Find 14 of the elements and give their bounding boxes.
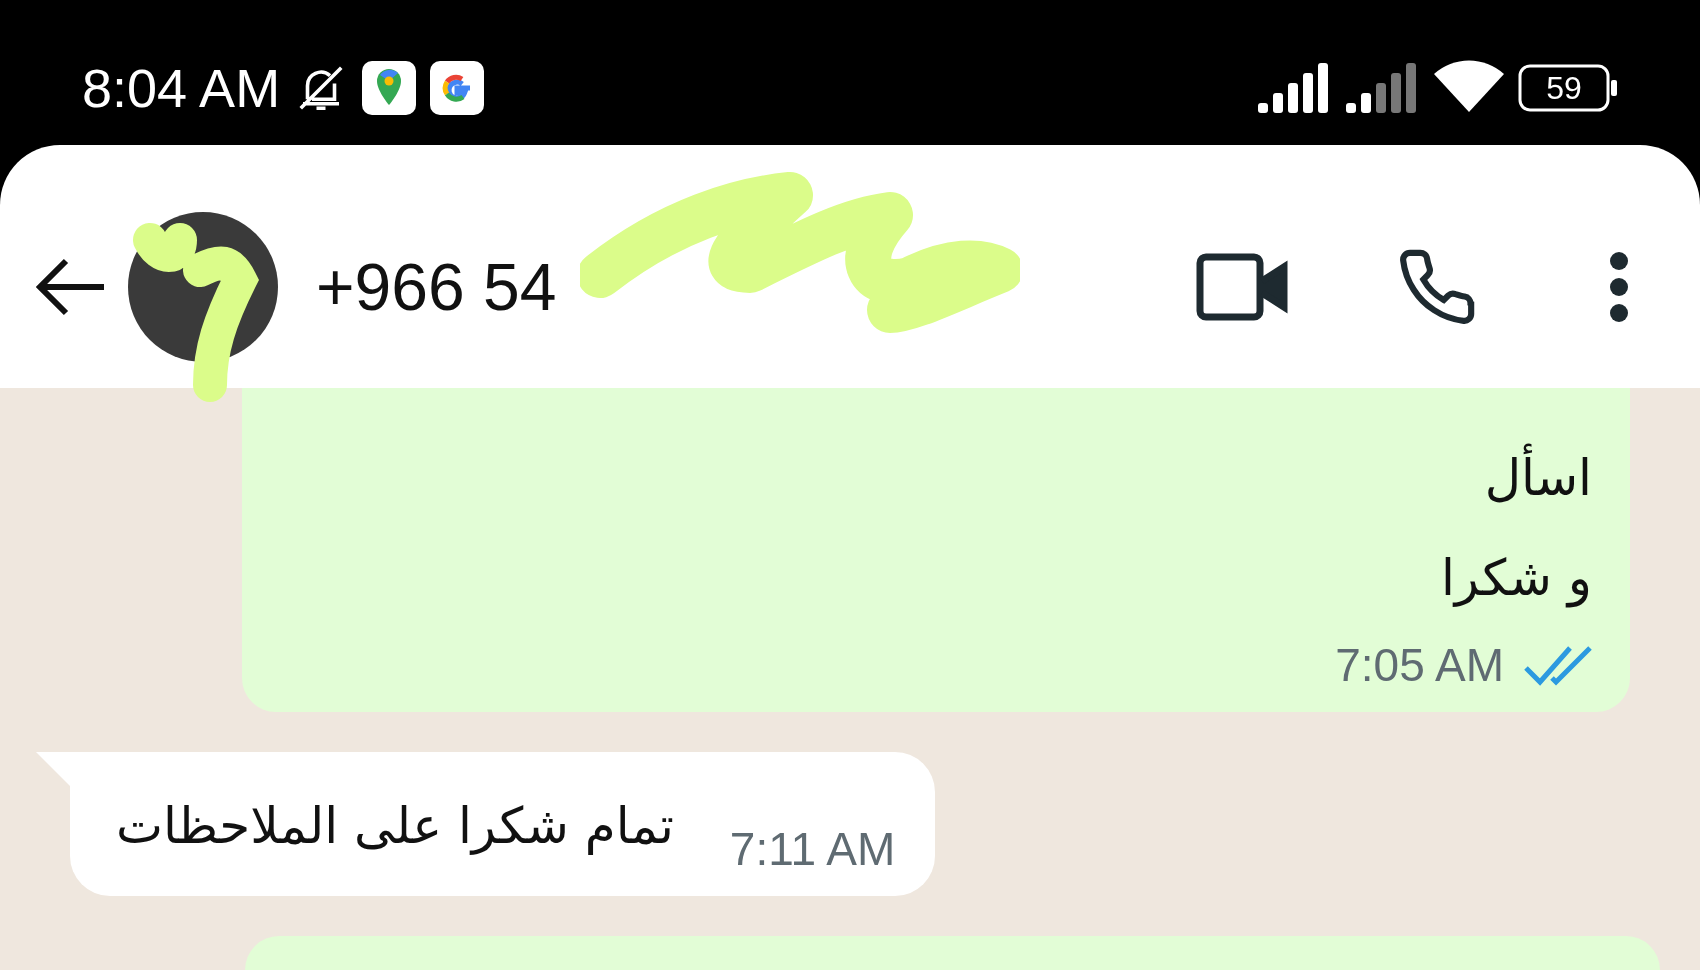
message-text: اسأل [1484, 428, 1592, 528]
contact-number[interactable]: +966 54 [316, 248, 557, 325]
battery-level: 59 [1546, 69, 1582, 106]
back-arrow-icon[interactable] [34, 256, 106, 317]
message-time: 7:05 AM [1335, 638, 1504, 692]
wifi-icon [1434, 61, 1504, 114]
g-logo-app-icon [430, 60, 485, 115]
message-text: و شكرا [1440, 548, 1592, 610]
battery-icon [1518, 64, 1617, 111]
more-options-icon[interactable] [1608, 250, 1630, 323]
message-time: 7:11 AM [729, 822, 896, 876]
map-pin-app-icon [362, 60, 417, 115]
status-time: 8:04 AM [82, 56, 281, 119]
message-text: تمام شكرا على الملاحظات [116, 796, 674, 857]
